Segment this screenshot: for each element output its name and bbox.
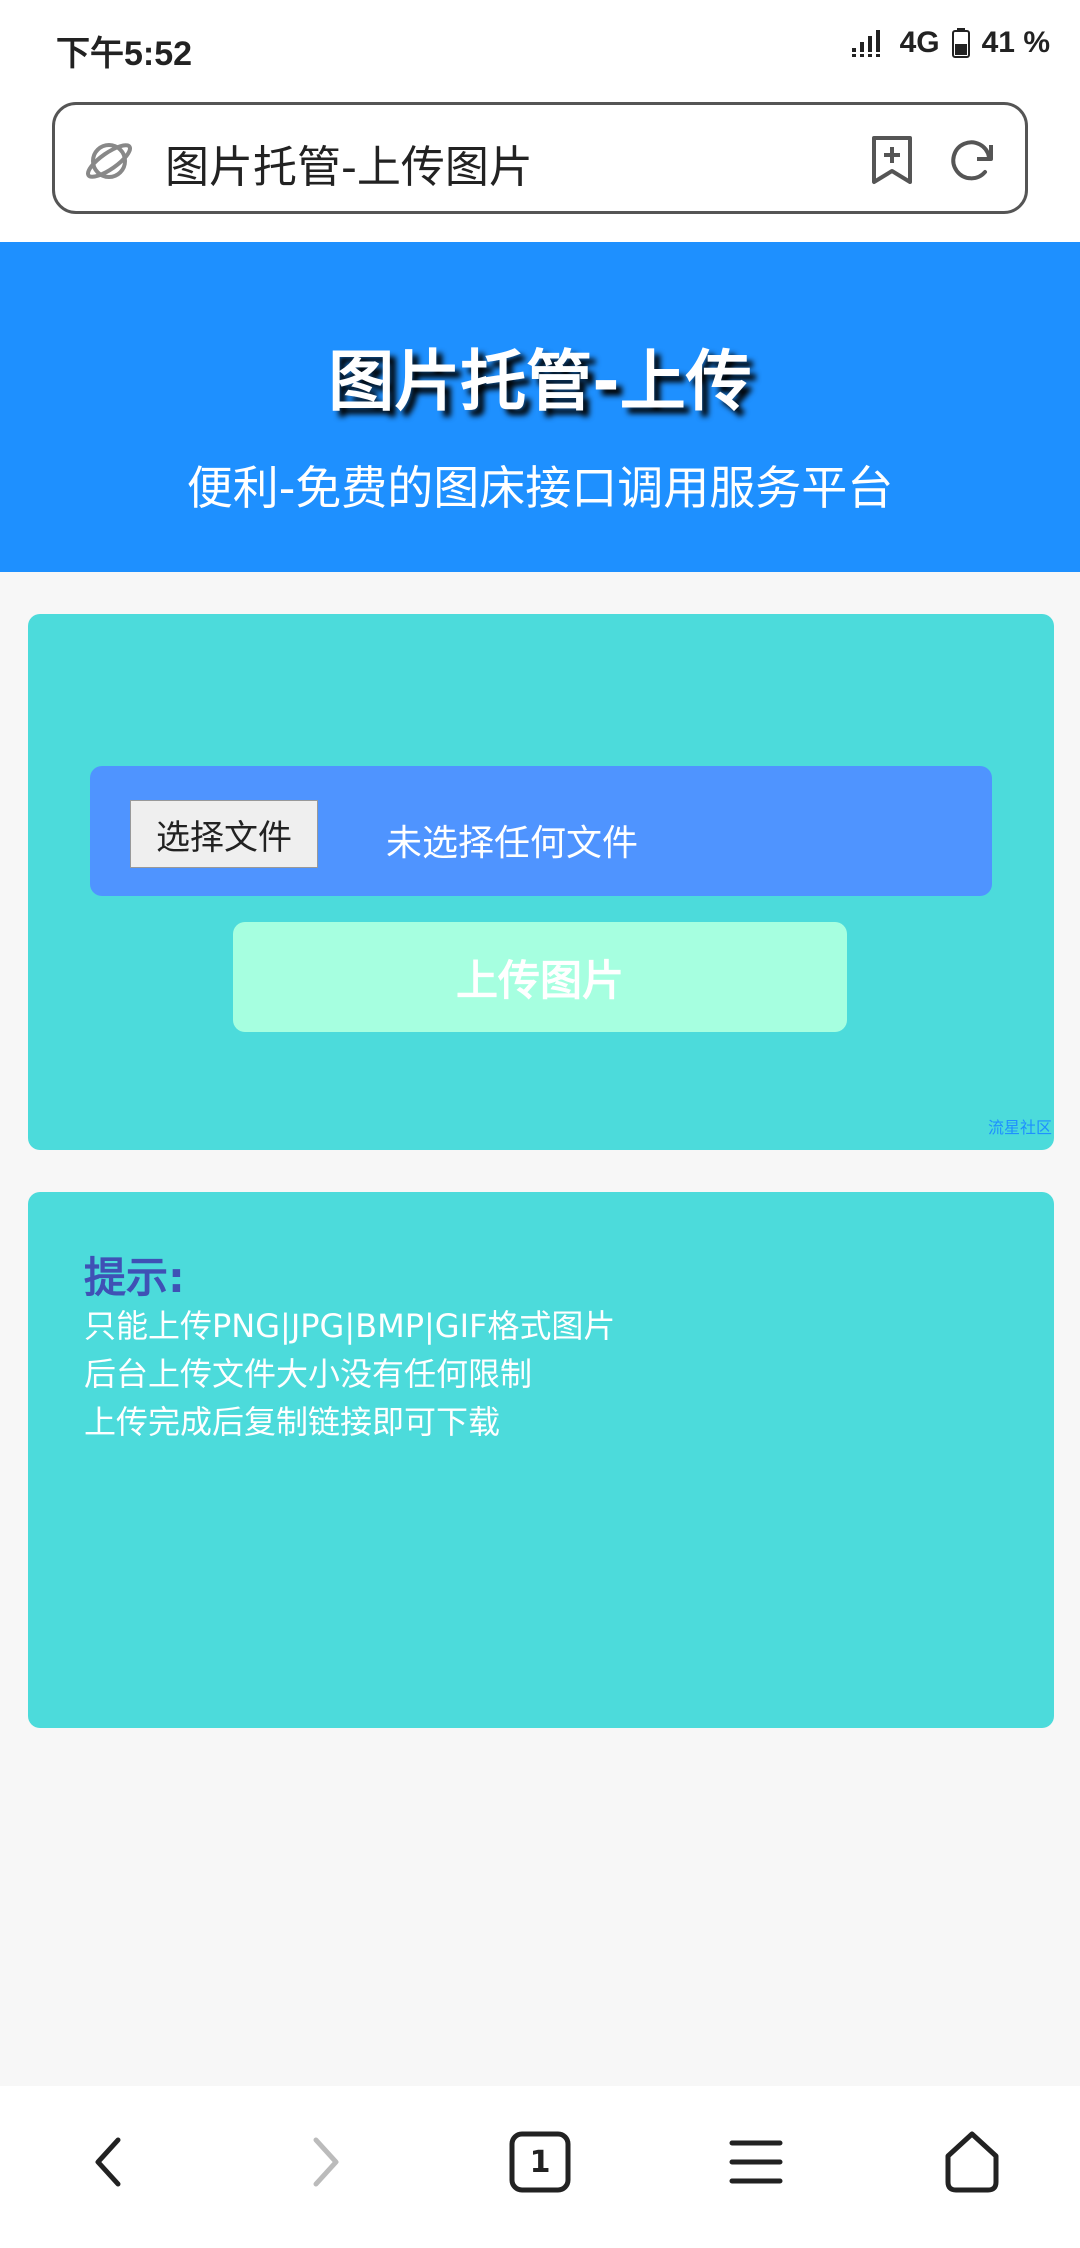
tip-line: 上传完成后复制链接即可下载 — [84, 1403, 501, 1441]
url-text[interactable]: 图片托管-上传图片 — [165, 131, 533, 195]
bottom-navigation: 1 — [0, 2086, 1080, 2248]
upload-button[interactable]: 上传图片 — [233, 922, 847, 1032]
add-bookmark-icon[interactable] — [869, 135, 915, 185]
status-indicators: 4G 41 % — [851, 26, 1050, 60]
tabs-button[interactable]: 1 — [500, 2122, 580, 2202]
battery-level: 41 % — [981, 26, 1050, 59]
status-time: 下午5:52 — [56, 35, 193, 73]
back-button[interactable] — [68, 2122, 148, 2202]
network-type: 4G — [899, 26, 940, 59]
tip-line: 只能上传PNG|JPG|BMP|GIF格式图片 — [84, 1307, 616, 1345]
status-bar: 下午5:52 4G 41 % — [0, 0, 1080, 96]
browser-toolbar: 图片托管-上传图片 — [0, 96, 1080, 242]
tip-line: 后台上传文件大小没有任何限制 — [84, 1355, 533, 1393]
back-arrow-icon — [95, 2137, 121, 2187]
planet-icon — [86, 143, 132, 179]
forward-arrow-icon — [313, 2137, 339, 2187]
signal-icon — [851, 30, 880, 57]
home-button[interactable] — [932, 2122, 1012, 2202]
home-icon — [945, 2131, 999, 2193]
tips-list: 只能上传PNG|JPG|BMP|GIF格式图片 后台上传文件大小没有任何限制 上… — [84, 1302, 615, 1446]
address-bar[interactable]: 图片托管-上传图片 — [52, 102, 1028, 214]
file-status-text: 未选择任何文件 — [386, 823, 639, 864]
page-title: 图片托管-上传 — [328, 343, 752, 420]
community-link[interactable]: 流星社区 — [988, 1114, 1052, 1138]
header-banner: 图片托管-上传 便利-免费的图床接口调用服务平台 — [0, 242, 1080, 572]
tips-title: 提示: — [84, 1253, 185, 1302]
file-input-row: 选择文件 未选择任何文件 — [90, 766, 992, 896]
battery-icon — [951, 28, 970, 58]
reload-icon[interactable] — [947, 135, 997, 185]
menu-button[interactable] — [716, 2122, 796, 2202]
upload-card: 选择文件 未选择任何文件 上传图片 — [28, 614, 1054, 1150]
choose-file-button[interactable]: 选择文件 — [130, 800, 318, 868]
tab-count: 1 — [529, 2144, 551, 2180]
tips-card: 提示: 只能上传PNG|JPG|BMP|GIF格式图片 后台上传文件大小没有任何… — [28, 1192, 1054, 1728]
page-subtitle: 便利-免费的图床接口调用服务平台 — [186, 461, 894, 515]
forward-button[interactable] — [286, 2122, 366, 2202]
menu-icon — [729, 2140, 783, 2184]
